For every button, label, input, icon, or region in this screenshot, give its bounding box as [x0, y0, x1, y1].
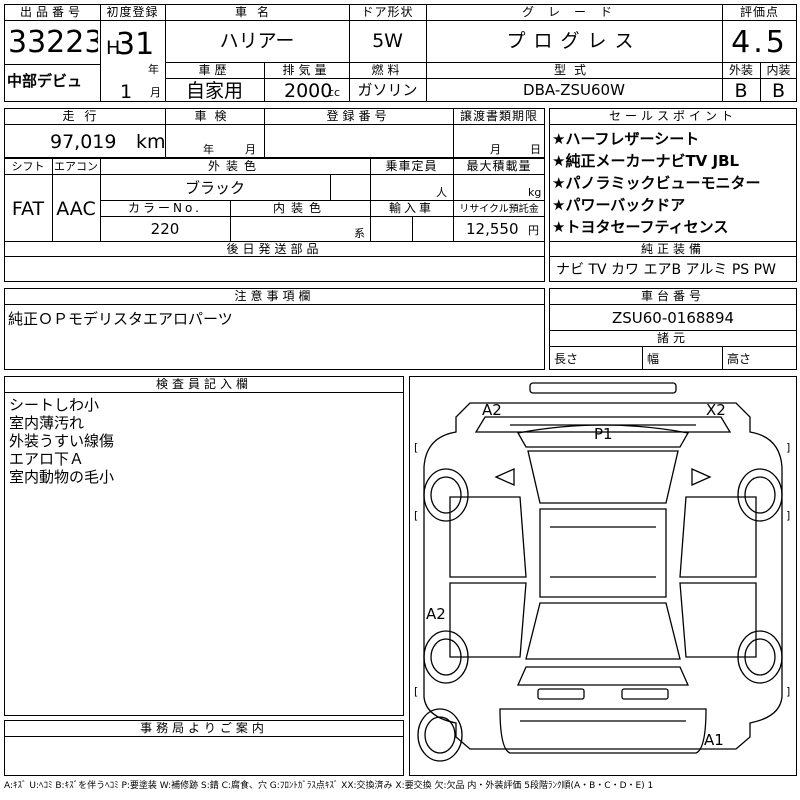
dims-label: 諸元: [656, 332, 689, 345]
first-reg-year: 31: [116, 28, 155, 62]
mileage: 97,019: [50, 131, 117, 153]
load-unit: kg: [528, 186, 542, 199]
color-no: 220: [150, 220, 180, 238]
fuel: ガソリン: [357, 81, 418, 99]
inspection-year-unit: 年: [203, 143, 214, 156]
notes-text: 純正ＯＰモデリスタエアロパーツ: [8, 310, 233, 328]
displacement-unit: cc: [328, 86, 341, 99]
inspector-label: 検査員記入欄: [155, 378, 252, 391]
equipment-label: 純正装備: [640, 243, 705, 256]
recycle-fee: 12,550: [466, 220, 519, 238]
grade-label: グレード: [521, 6, 626, 19]
exterior-label: 外装: [728, 64, 753, 77]
fuel-label: 燃料: [371, 64, 404, 77]
capacity-label: 乗車定員: [385, 160, 438, 173]
sales-item: ★パノラミックビューモニター: [552, 174, 761, 192]
bracket-left-mid: [: [414, 509, 419, 522]
bracket-left-rear: [: [414, 685, 419, 698]
bracket-left-front: [: [414, 441, 419, 454]
height-label: 高さ: [727, 353, 752, 366]
car-diagram: A2 X2 P1 A2 A1 [ ] [ ] [ ]: [409, 376, 797, 776]
damage-mark-a1-rear: A1: [704, 731, 724, 749]
ac-label: エアコン: [54, 160, 98, 173]
inspection-label: 車検: [194, 110, 235, 123]
chassis-label: 車台番号: [640, 290, 705, 303]
lot-number: 33223: [8, 26, 98, 60]
grade: プログレス: [506, 30, 642, 52]
month-unit: 月: [150, 86, 161, 99]
damage-mark-a2-front-left: A2: [482, 401, 502, 419]
score: 4.5: [731, 26, 788, 60]
color-no-label: カラーNo.: [128, 202, 202, 215]
displacement-label: 排気量: [282, 64, 331, 77]
chassis-number: ZSU60-0168894: [611, 309, 735, 327]
width-label: 幅: [647, 353, 660, 366]
damage-mark-p1-hood: P1: [594, 425, 613, 443]
damage-mark-a2-rear-left: A2: [426, 605, 446, 623]
sales-item: ★パワーバックドア: [552, 196, 686, 214]
int-color-unit: 系: [354, 227, 365, 240]
sales-label: セールスポイント: [608, 110, 737, 123]
car-name-label: 車名: [234, 6, 279, 19]
history-label: 車歴: [198, 64, 231, 77]
auction-name: 中部デビュ: [7, 72, 83, 90]
shift: FAT: [11, 198, 45, 220]
lot-label: 出品番号: [19, 6, 84, 19]
sales-item: ★トヨタセーフティセンス: [552, 218, 729, 236]
interior-label: 内装: [766, 64, 791, 77]
recycle-unit: 円: [528, 224, 539, 237]
car-name: ハリアー: [219, 30, 295, 52]
score-label: 評価点: [739, 6, 779, 19]
later-parts-label: 後日発送部品: [226, 243, 323, 256]
model-label: 型式: [553, 64, 594, 77]
transfer-label: 譲渡書類期限: [459, 110, 538, 123]
transfer-day-unit: 日: [530, 143, 541, 156]
model: DBA-ZSU60W: [523, 81, 625, 99]
history: 自家用: [185, 80, 243, 102]
bracket-right-rear: ]: [786, 685, 791, 698]
ext-color: ブラック: [184, 179, 245, 197]
ext-color-label: 外装色: [207, 160, 262, 173]
import-label: 輸入車: [388, 202, 434, 215]
exterior-grade: B: [734, 80, 748, 102]
shift-label: シフト: [11, 160, 45, 173]
legend: A:ｷｽﾞ U:ﾍｺﾐ B:ｷｽﾞを伴うﾍｺﾐ P:要塗装 W:補修跡 S:錆 …: [4, 781, 654, 791]
load-label: 最大積載量: [466, 160, 532, 173]
displacement: 2000: [284, 80, 333, 102]
sales-item: ★ハーフレザーシート: [552, 130, 700, 148]
inspection-month-unit: 月: [245, 143, 256, 156]
mileage-unit: km: [136, 131, 166, 153]
transfer-month-unit: 月: [490, 143, 501, 156]
length-label: 長さ: [554, 353, 579, 366]
year-unit: 年: [148, 63, 159, 76]
door-type: 5W: [372, 30, 403, 52]
recycle-label: リサイクル預託金: [459, 204, 539, 215]
damage-mark-x2-front-right: X2: [706, 401, 726, 419]
interior-grade: B: [771, 80, 786, 102]
mileage-label: 走行: [62, 110, 107, 123]
reg-number-label: 登録番号: [326, 110, 391, 123]
capacity-unit: 人: [436, 186, 447, 199]
bracket-right-mid: ]: [786, 509, 791, 522]
air-conditioning: AAC: [56, 198, 96, 220]
office-label: 事務局よりご案内: [140, 722, 268, 735]
first-reg-month: 1: [120, 81, 133, 103]
inspector-notes: シートしわ小 室内薄汚れ 外装うすい線傷 エアロ下Ａ 室内動物の毛小: [9, 396, 115, 486]
bracket-right-front: ]: [786, 441, 791, 454]
door-label: ドア形状: [361, 6, 414, 19]
sales-item: ★純正メーカーナビTV JBL: [552, 152, 740, 170]
equipment: ナビ TV カワ エアB アルミ PS PW: [556, 262, 776, 278]
first-reg-label: 初度登録: [106, 6, 159, 19]
int-color-label: 内装色: [272, 202, 327, 215]
notes-label: 注意事項欄: [234, 290, 315, 303]
